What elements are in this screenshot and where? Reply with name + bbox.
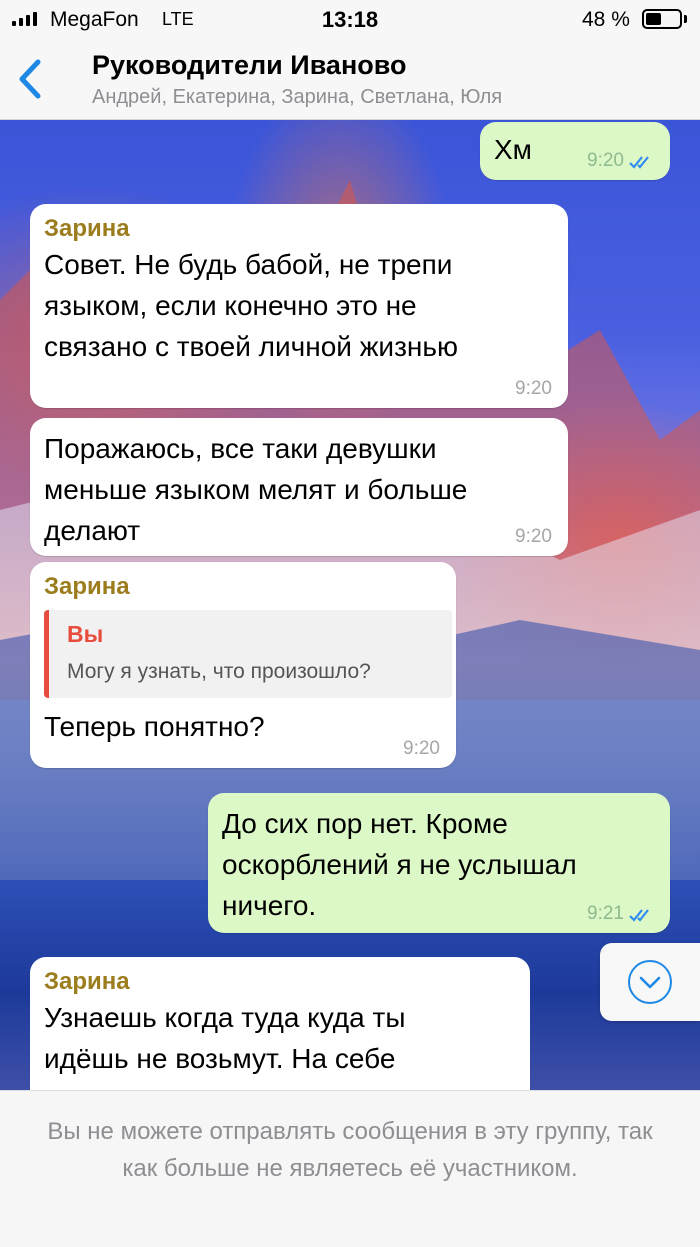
battery-tip	[684, 15, 687, 23]
back-button[interactable]	[12, 54, 52, 104]
message-line: языком, если конечно это не	[44, 290, 417, 321]
reply-text: Могу я узнать, что произошло?	[67, 660, 371, 683]
message-bubble-outgoing[interactable]: Хм 9:20	[480, 122, 670, 180]
double-check-icon	[629, 909, 649, 922]
sender-name: Зарина	[44, 968, 130, 995]
sender-name: Зарина	[44, 215, 130, 242]
message-line: меньше языком мелят и больше	[44, 474, 468, 505]
double-check-icon	[629, 156, 649, 169]
message-line: связано с твоей личной жизнью	[44, 331, 458, 362]
message-line: идёшь не возьмут. На себе	[44, 1043, 396, 1074]
group-left-notice: Вы не можете отправлять сообщения в эту …	[0, 1090, 700, 1247]
notice-text: Вы не можете отправлять сообщения в эту …	[47, 1118, 653, 1182]
message-time: 9:21	[587, 903, 624, 924]
chat-members[interactable]: Андрей, Екатерина, Зарина, Светлана, Юля	[92, 86, 502, 109]
message-bubble-outgoing[interactable]: До сих пор нет. Кроме оскорблений я не у…	[208, 793, 670, 933]
message-bubble-incoming[interactable]: Поражаюсь, все таки девушки меньше языко…	[30, 418, 568, 556]
chat-header: Руководители Иваново Андрей, Екатерина, …	[0, 40, 700, 120]
message-line: Узнаешь когда туда куда ты	[44, 1002, 406, 1033]
scroll-to-bottom-button[interactable]	[600, 943, 700, 1021]
battery-level	[646, 13, 662, 25]
message-line: делают	[44, 515, 141, 546]
message-line: Поражаюсь, все таки девушки	[44, 433, 437, 464]
chat-area[interactable]: Хм 9:20 Зарина Совет. Не будь бабой, не …	[0, 120, 700, 1090]
message-time: 9:20	[403, 738, 440, 759]
message-line: Совет. Не будь бабой, не трепи	[44, 249, 453, 280]
chevron-down-icon	[639, 976, 661, 989]
battery-icon	[642, 9, 682, 29]
reply-author: Вы	[67, 621, 104, 647]
chevron-down-circle-icon	[628, 960, 672, 1004]
status-bar: MegaFon LTE 13:18 48 %	[0, 0, 700, 40]
chevron-left-icon	[19, 59, 41, 99]
chat-title[interactable]: Руководители Иваново	[92, 50, 406, 81]
message-line: оскорблений я не услышал	[222, 849, 577, 880]
message-bubble-incoming[interactable]: Зарина Совет. Не будь бабой, не трепи яз…	[30, 204, 568, 408]
message-bubble-incoming[interactable]: Зарина Узнаешь когда туда куда ты идёшь …	[30, 957, 530, 1090]
message-bubble-incoming[interactable]: Зарина Вы Могу я узнать, что произошло? …	[30, 562, 456, 768]
message-time: 9:20	[515, 378, 552, 399]
sender-name: Зарина	[44, 573, 130, 600]
message-text: Теперь понятно?	[44, 711, 265, 742]
quoted-reply[interactable]: Вы Могу я узнать, что произошло?	[44, 610, 452, 698]
message-time: 9:20	[515, 526, 552, 547]
message-line: До сих пор нет. Кроме	[222, 808, 508, 839]
battery-percent: 48 %	[582, 8, 630, 31]
message-time: 9:20	[587, 150, 624, 171]
